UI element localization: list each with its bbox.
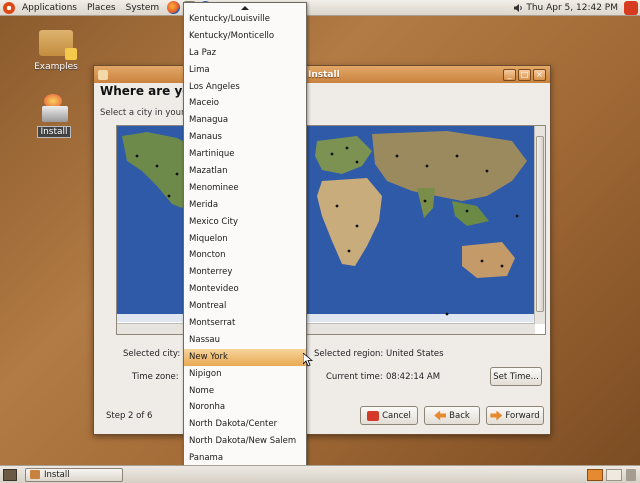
city-option[interactable]: New York — [184, 348, 306, 366]
menu-system[interactable]: System — [121, 0, 165, 16]
city-option[interactable]: Menominee — [184, 180, 306, 197]
back-button-label: Back — [449, 410, 470, 421]
city-option[interactable]: Kentucky/Louisville — [184, 11, 306, 28]
current-time-value: 08:42:14 AM — [386, 372, 441, 382]
minimize-button[interactable]: _ — [503, 68, 516, 81]
map-horizontal-scrollbar[interactable] — [117, 323, 535, 334]
top-panel: Applications Places System Thu Apr 5, 12… — [0, 0, 640, 16]
bottom-panel: Install — [0, 465, 640, 483]
map-vertical-scrollbar[interactable] — [534, 126, 545, 324]
installer-icon — [40, 94, 68, 124]
cancel-icon — [367, 410, 380, 421]
world-map[interactable] — [117, 126, 535, 322]
system-tray: Thu Apr 5, 12:42 PM — [513, 0, 640, 15]
city-option[interactable]: Montreal — [184, 298, 306, 315]
desktop-icon-install[interactable]: Install — [36, 94, 72, 138]
desktop-icon-examples[interactable]: Examples — [34, 30, 78, 72]
city-list: Kentucky/Louisville Kentucky/Monticello La… — [184, 11, 306, 471]
city-option[interactable]: Nipigon — [184, 366, 306, 383]
city-option[interactable]: Mazatlan — [184, 163, 306, 180]
selected-city-label: Selected city: — [123, 349, 181, 359]
city-option[interactable]: Manaus — [184, 129, 306, 146]
step-indicator: Step 2 of 6 — [106, 411, 153, 421]
window-app-icon — [98, 69, 108, 80]
city-option[interactable]: Nome — [184, 383, 306, 400]
back-button[interactable]: Back — [424, 406, 480, 425]
taskbar-item-label: Install — [44, 469, 70, 480]
ubuntu-logo-icon[interactable] — [3, 1, 15, 14]
menu-applications[interactable]: Applications — [17, 0, 82, 16]
world-map-drawing — [117, 126, 535, 322]
selected-region-label: Selected region: — [314, 349, 384, 359]
mouse-cursor-icon — [303, 353, 313, 367]
window-title: Install — [308, 69, 340, 80]
taskbar-item-install[interactable]: Install — [25, 467, 123, 482]
city-option[interactable]: Mexico City — [184, 214, 306, 231]
menu-places[interactable]: Places — [82, 0, 121, 16]
map-vertical-scroll-thumb[interactable] — [536, 136, 544, 312]
city-option[interactable]: Managua — [184, 112, 306, 129]
chevron-up-icon — [241, 5, 249, 10]
close-button[interactable]: × — [533, 68, 546, 81]
forward-button[interactable]: Forward — [486, 406, 544, 425]
window-titlebar[interactable]: Install _ □ × — [94, 66, 550, 83]
cancel-button-label: Cancel — [382, 410, 411, 421]
desktop-icon-label: Examples — [34, 62, 78, 72]
time-zone-label: Time zone: — [132, 372, 179, 382]
city-option[interactable]: Maceio — [184, 95, 306, 112]
city-option[interactable]: Merida — [184, 197, 306, 214]
city-dropdown[interactable]: Kentucky/Louisville Kentucky/Monticello La… — [183, 2, 307, 480]
city-option[interactable]: La Paz — [184, 45, 306, 62]
selected-region-value: United States — [386, 349, 444, 359]
forward-arrow-icon — [490, 410, 503, 421]
city-option[interactable]: Nassau — [184, 332, 306, 349]
city-option[interactable]: Lima — [184, 62, 306, 79]
city-option[interactable]: Montserrat — [184, 315, 306, 332]
set-time-button-label: Set Time... — [493, 371, 539, 382]
workspace-1[interactable] — [587, 468, 603, 481]
city-option[interactable]: Kentucky/Monticello — [184, 28, 306, 45]
desktop-icon-label: Install — [37, 126, 71, 138]
installer-window: Install _ □ × Where are you? Select a ci… — [93, 65, 551, 435]
city-option[interactable]: Los Angeles — [184, 79, 306, 96]
city-option[interactable]: North Dakota/New Salem — [184, 433, 306, 450]
city-option[interactable]: Monterrey — [184, 264, 306, 281]
cancel-button[interactable]: Cancel — [360, 406, 418, 425]
installer-task-icon — [30, 470, 40, 479]
forward-button-label: Forward — [505, 410, 540, 421]
power-icon[interactable] — [624, 0, 638, 15]
current-time-label: Current time: — [326, 372, 383, 382]
firefox-icon[interactable] — [167, 1, 181, 14]
city-option[interactable]: North Dakota/Center — [184, 416, 306, 433]
volume-icon[interactable] — [513, 3, 523, 13]
trash-icon[interactable] — [626, 468, 636, 481]
world-map-frame — [116, 125, 546, 335]
workspace-2[interactable] — [606, 468, 622, 481]
maximize-button[interactable]: □ — [518, 68, 531, 81]
folder-icon — [39, 30, 77, 60]
back-arrow-icon — [434, 410, 447, 421]
city-option[interactable]: Martinique — [184, 146, 306, 163]
city-option[interactable]: Montevideo — [184, 281, 306, 298]
city-option[interactable]: Miquelon — [184, 231, 306, 248]
show-desktop-icon[interactable] — [3, 468, 17, 481]
city-option[interactable]: Moncton — [184, 247, 306, 264]
panel-clock[interactable]: Thu Apr 5, 12:42 PM — [526, 3, 624, 13]
set-time-button[interactable]: Set Time... — [490, 367, 542, 386]
city-option[interactable]: Noronha — [184, 399, 306, 416]
